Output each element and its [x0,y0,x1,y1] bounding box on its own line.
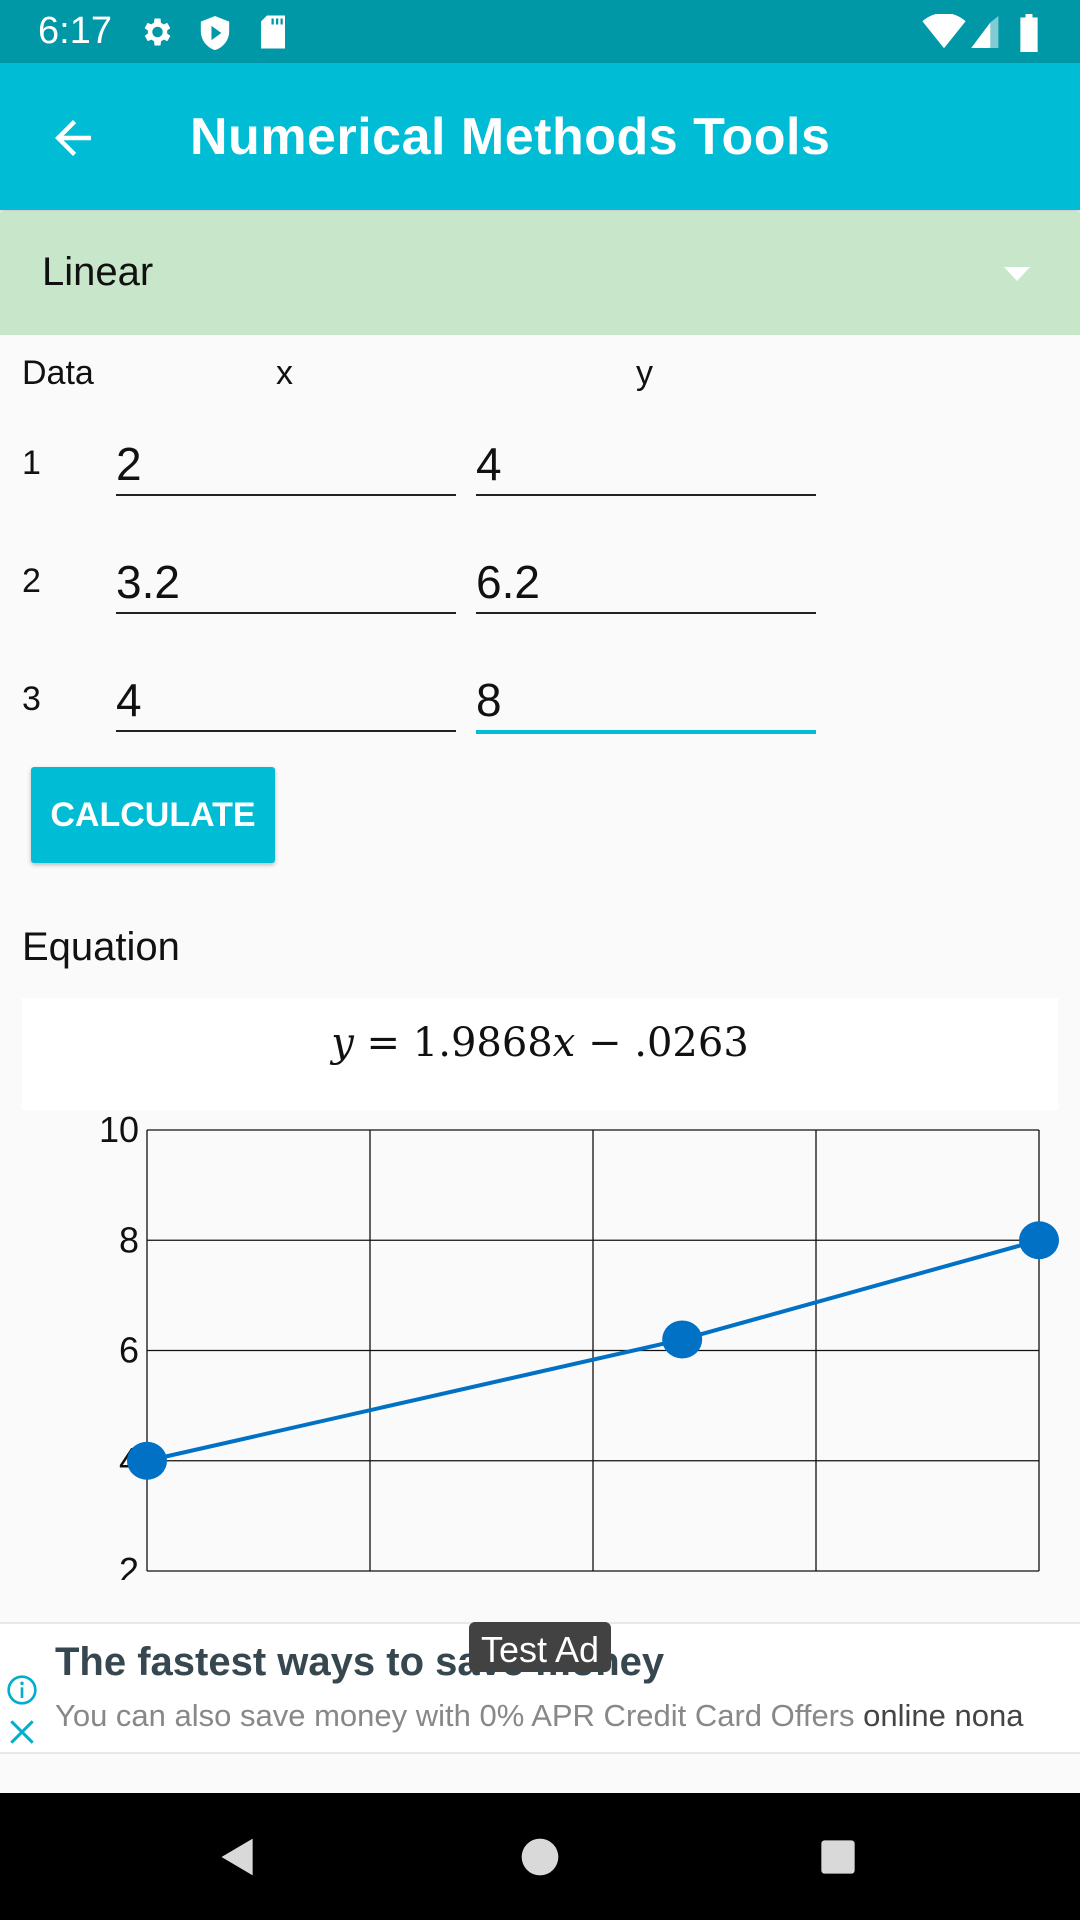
y-input-row-3[interactable]: 8 [476,670,816,734]
y-input-row-1[interactable]: 4 [476,434,816,496]
x-input-row-1[interactable]: 2 [116,434,456,496]
ad-body-dark: online nona [863,1698,1024,1733]
y-tick-label: 10 [99,1110,139,1150]
y-header: y [636,354,653,392]
page-title: Numerical Methods Tools [190,108,831,166]
x-header: x [276,354,293,392]
y-tick-label: 2 [119,1550,139,1580]
method-spinner-value: Linear [42,250,154,294]
x-input-row-2[interactable]: 3.2 [116,552,456,614]
eq-x-var: x [552,1020,576,1066]
wifi-icon [922,14,966,49]
close-icon[interactable] [6,1716,38,1748]
x-input-row-3[interactable]: 4 [116,670,456,732]
y-tick-label: 8 [119,1219,139,1260]
arrow-back-icon[interactable] [46,111,100,165]
eq-intercept: .0263 [634,1020,749,1066]
battery-icon [1020,14,1038,52]
ad-body-gray: You can also save money with 0% APR Cred… [55,1698,864,1733]
status-time: 6:17 [38,10,112,52]
data-point [1019,1221,1059,1260]
row-index: 1 [22,444,41,482]
app-bar: Numerical Methods Tools [0,63,1080,210]
eq-y-var: y [331,1020,354,1066]
home-circle-icon[interactable] [518,1835,562,1879]
calculate-button[interactable]: CALCULATE [31,767,275,863]
method-spinner[interactable]: Linear [0,212,1080,335]
eq-coef: 1.9868 [412,1020,553,1066]
status-bar: 6:17 [0,0,1080,63]
signal-icon [971,16,999,48]
eq-sign: = [353,1020,413,1066]
gear-icon [144,18,171,46]
row-index: 3 [22,680,41,718]
test-ad-badge: Test Ad [469,1622,611,1672]
shield-play-icon [200,16,230,50]
y-tick-label: 6 [119,1330,139,1371]
row-index: 2 [22,562,41,600]
navigation-bar [0,1793,1080,1920]
ad-body[interactable]: You can also save money with 0% APR Cred… [55,1698,1023,1734]
recents-square-icon[interactable] [818,1837,858,1877]
data-header: Data [22,354,94,392]
equation-label: Equation [22,925,180,969]
data-point [127,1441,167,1480]
dropdown-arrow-icon [1004,267,1030,281]
regression-chart: 108642 [99,1110,1059,1580]
back-triangle-icon[interactable] [216,1835,260,1879]
equation-text: y = 1.9868x − .0263 [22,1020,1058,1066]
eq-minus: − [575,1020,635,1066]
info-icon[interactable] [6,1674,38,1706]
equation-box: y = 1.9868x − .0263 [22,998,1058,1110]
sd-card-icon [261,15,285,49]
y-input-row-2[interactable]: 6.2 [476,552,816,614]
data-point [662,1320,703,1359]
